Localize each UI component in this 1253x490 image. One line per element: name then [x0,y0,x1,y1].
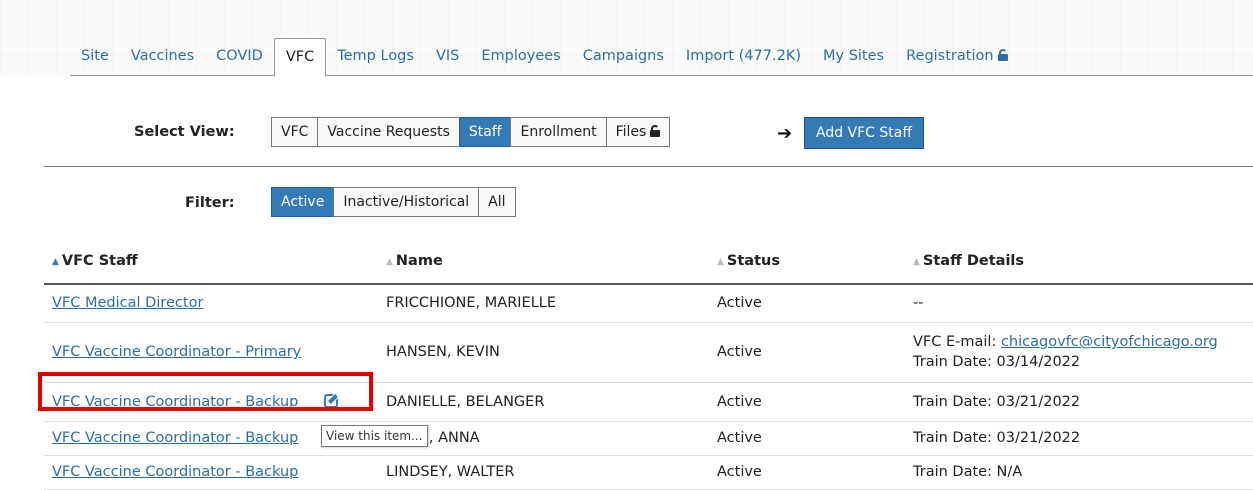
staff-role-link[interactable]: VFC Medical Director [52,295,203,311]
staff-role-link[interactable]: VFC Vaccine Coordinator - Backup [52,464,298,480]
filter-label: Filter: [185,195,235,211]
header-label: Status [726,252,780,269]
staff-details: VFC E-mail: chicagovfc@cityofchicago.org… [905,322,1253,383]
staff-details: -- [905,284,1253,323]
staff-name: LINDSEY, WALTER [378,455,709,490]
filter-active-button[interactable]: Active [271,187,335,217]
staff-status: Active [709,382,905,422]
tab-label: Site [81,48,109,64]
header-vfc-staff[interactable]: ▲ VFC Staff [44,238,378,285]
vfc-staff-table: ▲ VFC Staff ▲ Name ▲ Status ▲ Staff Details … [44,238,1253,490]
edit-square-icon[interactable] [324,393,339,408]
staff-status: Active [709,284,905,323]
tab-label: Campaigns [582,48,664,64]
tab-vaccines[interactable]: Vaccines [120,38,205,76]
table-header-row: ▲ VFC Staff ▲ Name ▲ Status ▲ Staff Details [44,238,1253,285]
lock-icon [650,125,661,137]
tab-label: COVID [216,48,263,64]
tab-label: VIS [435,48,460,64]
table-row: VFC Vaccine Coordinator - Backup DANIELL… [44,382,1253,422]
staff-name: N, ANNA [378,421,709,456]
tab-label: VFC [285,49,315,65]
train-date: Train Date: 03/14/2022 [913,354,1081,370]
staff-name: FRICCHIONE, MARIELLE [378,284,709,323]
table-row: VFC Vaccine Coordinator - Backup N, ANNA… [44,421,1253,456]
tab-campaigns[interactable]: Campaigns [572,38,675,76]
staff-role-link[interactable]: VFC Vaccine Coordinator - Backup [52,430,298,446]
tab-covid[interactable]: COVID [205,38,274,76]
train-date: Train Date: 03/21/2022 [905,382,1253,422]
main-tabs: Site Vaccines COVID VFC Temp Logs VIS Em… [70,38,1019,77]
tab-temp-logs[interactable]: Temp Logs [326,38,425,76]
lock-icon [997,49,1008,61]
staff-name: DANIELLE, BELANGER [378,382,709,422]
tab-vis[interactable]: VIS [425,38,470,76]
table-row: VFC Vaccine Coordinator - Backup LINDSEY… [44,455,1253,490]
header-label: Staff Details [922,252,1025,269]
tab-my-sites[interactable]: My Sites [812,38,895,76]
header-staff-details[interactable]: ▲ Staff Details [905,238,1253,285]
view-vaccine-requests-button[interactable]: Vaccine Requests [317,117,460,147]
tab-employees[interactable]: Employees [470,38,571,76]
staff-role-link[interactable]: VFC Vaccine Coordinator - Backup [52,394,298,410]
header-name[interactable]: ▲ Name [378,238,709,285]
filter-all-button[interactable]: All [478,187,516,217]
tab-site[interactable]: Site [70,38,120,76]
add-vfc-staff-button[interactable]: Add VFC Staff [804,117,925,149]
view-files-button[interactable]: Files [605,117,671,147]
email-prefix: VFC E-mail: [913,334,1001,350]
staff-role-link[interactable]: VFC Vaccine Coordinator - Primary [52,344,301,360]
tab-label: Temp Logs [337,48,414,64]
tab-label: Vaccines [130,48,195,64]
tab-vfc[interactable]: VFC [273,38,327,77]
section-divider [44,166,1253,167]
sort-asc-icon: ▲ [52,256,59,267]
train-date: Train Date: N/A [905,455,1253,490]
view-files-label: Files [615,124,647,140]
tab-label: Employees [481,48,561,64]
email-link[interactable]: chicagovfc@cityofchicago.org [1001,334,1218,350]
arrow-right-icon: ➔ [777,123,793,144]
staff-name: HANSEN, KEVIN [378,322,709,383]
select-view-label: Select View: [134,124,235,140]
sort-caret-icon: ▲ [386,256,393,267]
view-vfc-button[interactable]: VFC [271,117,319,147]
view-enrollment-button[interactable]: Enrollment [510,117,607,147]
select-view-group: VFC Vaccine Requests Staff Enrollment Fi… [271,117,671,147]
sort-caret-icon: ▲ [717,256,724,267]
tab-label: Registration [906,48,994,64]
filter-group: Active Inactive/Historical All [271,187,516,217]
staff-status: Active [709,421,905,456]
staff-status: Active [709,455,905,490]
staff-status: Active [709,322,905,383]
filter-inactive-button[interactable]: Inactive/Historical [333,187,480,217]
sort-caret-icon: ▲ [913,256,920,267]
tab-label: Import (477.2K) [685,48,801,64]
tab-import[interactable]: Import (477.2K) [675,38,812,76]
header-label: Name [395,252,443,269]
header-status[interactable]: ▲ Status [709,238,905,285]
train-date: Train Date: 03/21/2022 [905,421,1253,456]
view-staff-button[interactable]: Staff [458,117,512,147]
tab-registration[interactable]: Registration [895,38,1018,76]
header-label: VFC Staff [61,252,138,269]
table-row: VFC Vaccine Coordinator - Primary HANSEN… [44,322,1253,383]
table-row: VFC Medical Director FRICCHIONE, MARIELL… [44,284,1253,323]
tooltip: View this item... [321,425,428,447]
tab-label: My Sites [823,48,885,64]
